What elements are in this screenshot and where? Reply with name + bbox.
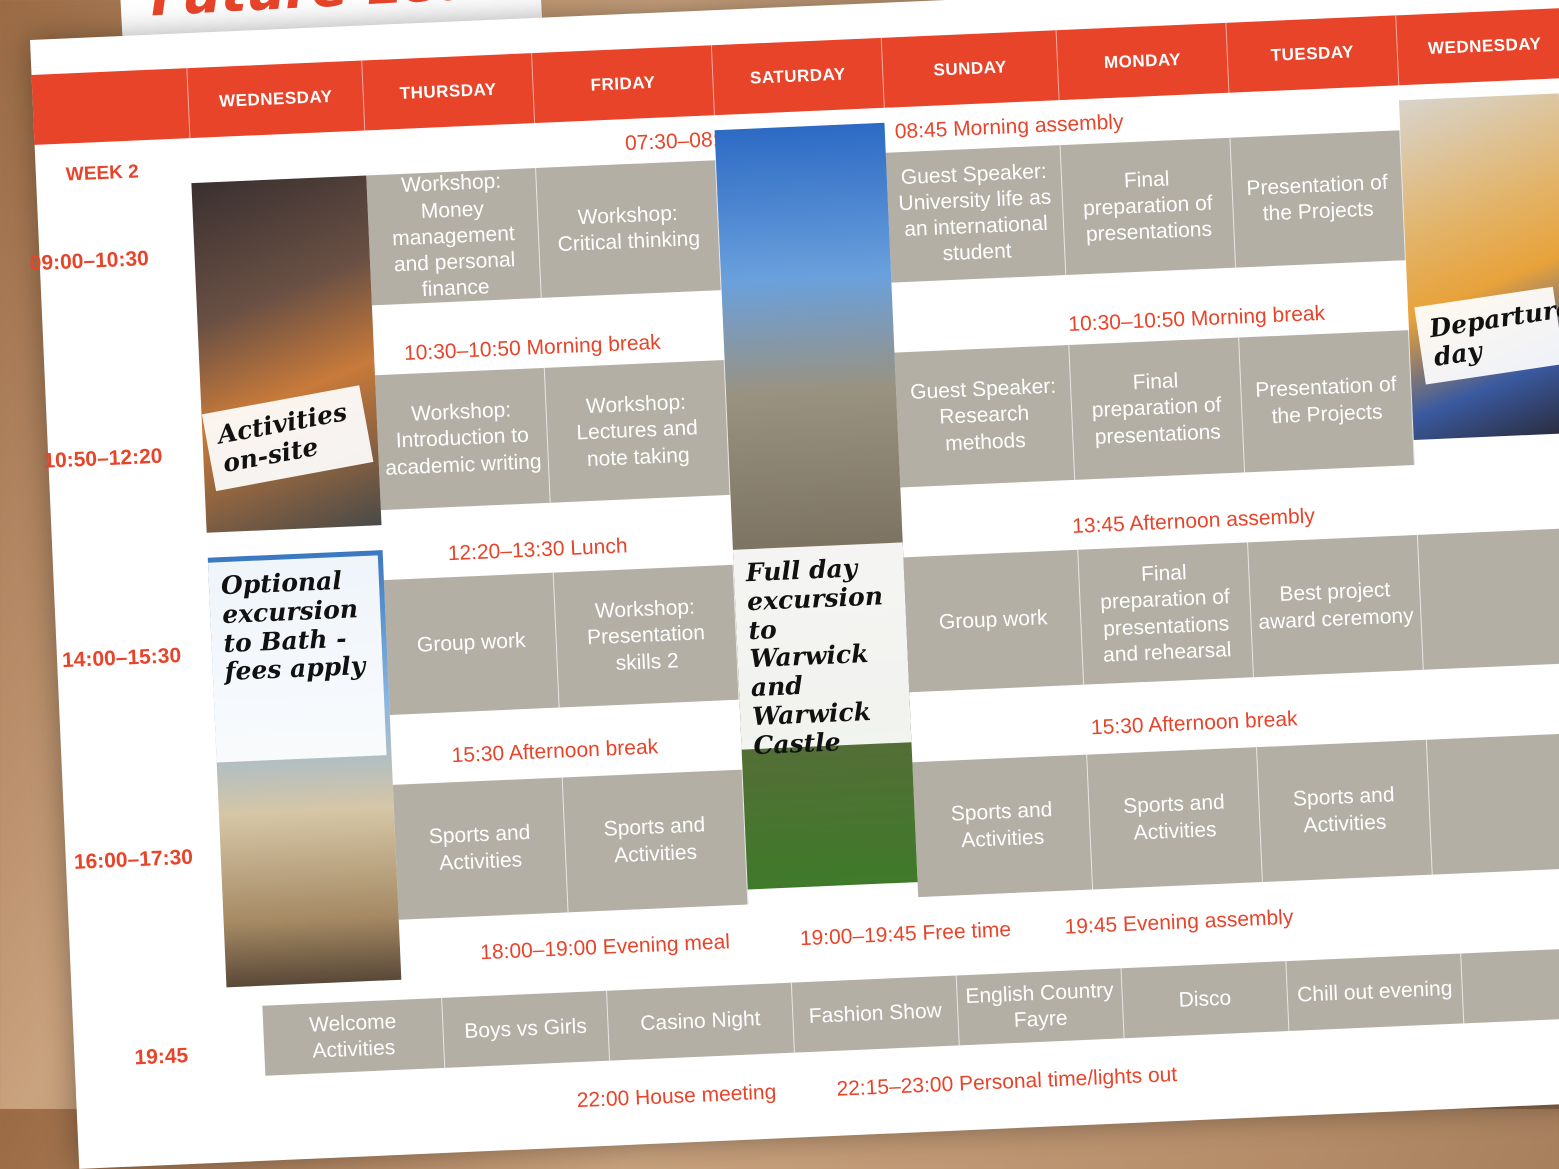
- evening-wednesday-2: [1461, 946, 1559, 1024]
- evening-thursday: Boys vs Girls: [442, 990, 611, 1068]
- event-free-time: 19:00–19:45 Free time: [799, 918, 1012, 951]
- session-friday-1: Workshop: Critical thinking: [536, 160, 722, 298]
- week-label: WEEK 2: [65, 161, 140, 186]
- time-slot-2: 10:50–12:20: [42, 444, 163, 473]
- day-header-saturday: SATURDAY: [710, 37, 884, 116]
- day-header-friday: FRIDAY: [531, 45, 714, 124]
- departures-photo: Departures day: [1398, 93, 1559, 441]
- evening-wednesday: Welcome Activities: [262, 997, 446, 1076]
- activities-note: Activities on-site: [201, 385, 374, 491]
- event-lights-out: 22:15–23:00 Personal time/lights out: [836, 1062, 1178, 1101]
- session-sunday-2: Guest Speaker: Research methods: [894, 344, 1076, 488]
- session-thursday-4: Sports and Activities: [392, 777, 569, 920]
- session-friday-4: Sports and Activities: [562, 769, 749, 913]
- event-house-meeting: 22:00 House meeting: [576, 1080, 777, 1113]
- day-header-sunday: SUNDAY: [880, 30, 1059, 108]
- warwick-castle-photo: Full day excursion to Warwick and Warwic…: [714, 122, 918, 890]
- evening-saturday: Fashion Show: [791, 975, 960, 1053]
- warwick-note: Full day excursion to Warwick and Warwic…: [732, 542, 912, 760]
- time-slot-3: 14:00–15:30: [61, 644, 182, 673]
- event-evening-meal: 18:00–19:00 Evening meal: [479, 930, 731, 965]
- time-slot-4: 16:00–17:30: [73, 845, 194, 874]
- day-header-monday: MONDAY: [1055, 22, 1229, 101]
- session-friday-2: Workshop: Lectures and note taking: [544, 360, 731, 503]
- time-slot-5: 19:45: [133, 1044, 189, 1070]
- activities-photo: Activities on-site: [191, 175, 382, 533]
- event-afternoon-break-1: 15:30 Afternoon break: [451, 735, 659, 768]
- session-thursday-2: Workshop: Introduction to academic writi…: [374, 367, 551, 511]
- session-wednesday-3: [1417, 527, 1559, 670]
- time-slot-1: 09:00–10:30: [29, 247, 150, 276]
- bath-photo: Optional excursion to Bath - fees apply: [207, 550, 402, 988]
- event-morning-break-1: 10:30–10:50 Morning break: [403, 330, 662, 365]
- session-tuesday-3: Best project award ceremony: [1248, 534, 1424, 678]
- session-monday-1: Final preparation of presentations: [1060, 137, 1237, 276]
- departures-note: Departures day: [1414, 286, 1559, 385]
- event-afternoon-break-2: 15:30 Afternoon break: [1090, 707, 1298, 740]
- session-tuesday-4: Sports and Activities: [1257, 739, 1433, 883]
- event-afternoon-assembly: 13:45 Afternoon assembly: [1071, 504, 1316, 538]
- day-header-wednesday: WEDNESDAY: [186, 60, 365, 139]
- evening-friday: Casino Night: [607, 982, 795, 1061]
- event-morning-assembly: 08:45 Morning assembly: [894, 110, 1124, 144]
- session-sunday-4: Sports and Activities: [912, 754, 1094, 898]
- event-morning-break-2: 10:30–10:50 Morning break: [1067, 301, 1326, 336]
- session-tuesday-1: Presentation of the Projects: [1230, 130, 1406, 268]
- bath-note: Optional excursion to Bath - fees apply: [207, 555, 387, 763]
- evening-sunday: English Country Fayre: [956, 968, 1125, 1046]
- session-monday-4: Sports and Activities: [1087, 747, 1263, 890]
- event-evening-assembly: 19:45 Evening assembly: [1064, 905, 1294, 939]
- day-header-thursday: THURSDAY: [361, 53, 535, 131]
- session-sunday-1: Guest Speaker: University life as an int…: [885, 145, 1067, 283]
- session-tuesday-2: Presentation of the Projects: [1239, 330, 1415, 473]
- day-header-wednesday-2: WEDNESDAY: [1395, 7, 1559, 86]
- day-header-tuesday: TUESDAY: [1225, 15, 1399, 93]
- session-friday-3: Workshop: Presentation skills 2: [553, 564, 740, 708]
- evening-monday: Disco: [1121, 961, 1290, 1039]
- session-monday-2: Final preparation of presentations: [1069, 337, 1246, 480]
- session-thursday-1: Workshop: Money management and personal …: [366, 168, 542, 306]
- session-monday-3: Final preparation of presentations and r…: [1078, 542, 1254, 685]
- session-wednesday-4: [1426, 732, 1559, 875]
- timetable-sheet: WEDNESDAY THURSDAY FRIDAY SATURDAY SUNDA…: [29, 0, 1559, 1169]
- event-lunch: 12:20–13:30 Lunch: [447, 534, 628, 566]
- session-sunday-3: Group work: [903, 549, 1085, 693]
- evening-tuesday: Chill out evening: [1286, 953, 1465, 1032]
- session-thursday-3: Group work: [383, 572, 560, 715]
